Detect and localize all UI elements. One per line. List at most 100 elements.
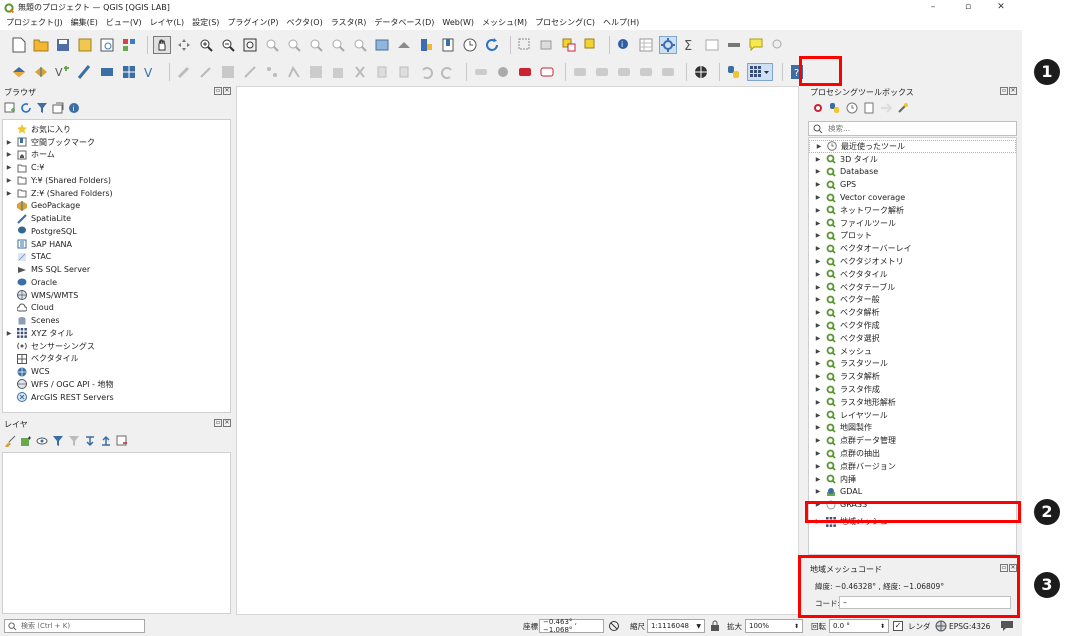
zoom-native-icon[interactable]	[307, 36, 325, 54]
browser-item[interactable]: ▶ XYZ タイル	[3, 327, 73, 340]
toolbox-provider-item[interactable]: ▶ レイヤツール	[809, 409, 1016, 422]
render-checkbox[interactable]: ✓	[893, 621, 903, 631]
select-expression-icon[interactable]	[582, 36, 600, 54]
browser-item[interactable]: MS SQL Server	[3, 263, 90, 276]
measure-icon[interactable]	[725, 36, 743, 54]
expand-arrow-icon[interactable]: ▶	[814, 220, 822, 227]
undo-icon[interactable]	[417, 63, 435, 81]
refresh-icon[interactable]	[483, 36, 501, 54]
zoom-last-icon[interactable]	[329, 36, 347, 54]
expand-arrow-icon[interactable]: ▶	[815, 143, 823, 150]
expand-arrow-icon[interactable]: ▶	[814, 156, 822, 163]
paste-features-icon[interactable]	[395, 63, 413, 81]
close-button[interactable]: ✕	[986, 0, 1016, 15]
new-3d-view-icon[interactable]	[395, 36, 413, 54]
toolbox-provider-item[interactable]: ▶ 内挿	[809, 473, 1016, 486]
style-manager-icon[interactable]	[120, 36, 138, 54]
new-virtual-layer-icon[interactable]	[98, 63, 116, 81]
expand-arrow-icon[interactable]: ▶	[814, 399, 822, 406]
cut-features-icon[interactable]	[351, 63, 369, 81]
new-spatialite-layer-icon[interactable]	[76, 63, 94, 81]
expand-all-icon[interactable]	[84, 435, 96, 447]
expand-arrow-icon[interactable]: ▶	[814, 194, 822, 201]
change-label-icon[interactable]	[615, 63, 633, 81]
browser-item[interactable]: ▶ 空間ブックマーク	[3, 136, 95, 149]
toolbox-provider-item[interactable]: ▶ ラスタ作成	[809, 383, 1016, 396]
expand-arrow-icon[interactable]: ▶	[5, 151, 13, 158]
expand-arrow-icon[interactable]: ▶	[814, 463, 822, 470]
browser-item[interactable]: GeoPackage	[3, 200, 80, 213]
expand-arrow-icon[interactable]: ▶	[814, 386, 822, 393]
toggle-extents-icon[interactable]	[608, 620, 620, 632]
select-value-icon[interactable]	[560, 36, 578, 54]
pin-labels-icon[interactable]	[494, 63, 512, 81]
bookmark-icon[interactable]	[417, 36, 435, 54]
toolbox-provider-item[interactable]: ▶ ファイルツール	[809, 217, 1016, 230]
crs-label[interactable]: EPSG:4326	[949, 622, 990, 631]
identify-select-icon[interactable]	[516, 36, 534, 54]
toolbox-provider-item[interactable]: ▶ ラスタ地形解析	[809, 396, 1016, 409]
toolbox-float-button[interactable]: ▫	[1000, 87, 1008, 95]
toolbox-provider-item[interactable]: ▶ プロット	[809, 230, 1016, 243]
toolbox-provider-item[interactable]: ▶ ベクタテーブル	[809, 281, 1016, 294]
vertex-tool-icon[interactable]	[285, 63, 303, 81]
crs-globe-icon[interactable]	[935, 620, 947, 632]
collapse-all-icon[interactable]	[52, 102, 64, 114]
field-calculator-icon[interactable]	[703, 36, 721, 54]
toolbox-provider-item[interactable]: ▶ メッシュ	[809, 345, 1016, 358]
scale-dropdown-icon[interactable]: ▼	[696, 623, 701, 630]
modify-attributes-icon[interactable]	[307, 63, 325, 81]
maximize-button[interactable]: ▫	[953, 0, 983, 15]
toolbox-search-input[interactable]: 検索...	[808, 121, 1017, 136]
expand-arrow-icon[interactable]: ▶	[5, 164, 13, 171]
magnifier-spin-icon[interactable]: ⬍	[794, 623, 799, 630]
messages-icon[interactable]	[1000, 620, 1014, 632]
minimize-button[interactable]: –	[918, 0, 948, 15]
expand-arrow-icon[interactable]: ▶	[814, 424, 822, 431]
expand-arrow-icon[interactable]: ▶	[814, 322, 822, 329]
toolbox-provider-item[interactable]: ▶ GPS	[809, 178, 1016, 191]
browser-close-button[interactable]: ✕	[223, 87, 231, 95]
expand-arrow-icon[interactable]: ▶	[5, 330, 13, 337]
expand-arrow-icon[interactable]: ▶	[814, 348, 822, 355]
layers-close-button[interactable]: ✕	[223, 419, 231, 427]
menu-mesh[interactable]: メッシュ(M)	[482, 17, 527, 28]
browser-item[interactable]: SAP HANA	[3, 238, 72, 251]
browser-item[interactable]: ▶ C:¥	[3, 161, 44, 174]
models-icon[interactable]	[812, 102, 824, 114]
highlight-labels-icon[interactable]	[516, 63, 534, 81]
magnifier-spinbox[interactable]: 100% ⬍	[745, 619, 803, 633]
map-tips-icon[interactable]	[769, 36, 787, 54]
browser-item[interactable]: お気に入り	[3, 123, 71, 136]
redo-icon[interactable]	[439, 63, 457, 81]
expand-arrow-icon[interactable]: ▶	[814, 412, 822, 419]
rotation-spin-icon[interactable]: ⬍	[880, 623, 885, 630]
show-bookmarks-icon[interactable]	[439, 36, 457, 54]
annotation-icon[interactable]	[747, 36, 765, 54]
toolbox-provider-item[interactable]: ▶ ベクタ解析	[809, 306, 1016, 319]
menu-web[interactable]: Web(W)	[442, 18, 474, 27]
menu-processing[interactable]: プロセシング(C)	[535, 17, 595, 28]
digitize-point-icon[interactable]	[263, 63, 281, 81]
browser-item[interactable]: ベクタタイル	[3, 353, 79, 366]
add-group-icon[interactable]	[20, 435, 32, 447]
data-source-manager-icon[interactable]	[10, 63, 28, 81]
menu-settings[interactable]: 設定(S)	[192, 17, 219, 28]
expand-arrow-icon[interactable]: ▶	[5, 190, 13, 197]
browser-item[interactable]: ▶ ホーム	[3, 149, 55, 162]
menu-project[interactable]: プロジェクト(J)	[6, 17, 63, 28]
expand-arrow-icon[interactable]: ▶	[814, 245, 822, 252]
expand-arrow-icon[interactable]: ▶	[814, 181, 822, 188]
expand-arrow-icon[interactable]: ▶	[814, 488, 822, 495]
rotate-label-icon[interactable]	[593, 63, 611, 81]
expand-arrow-icon[interactable]: ▶	[5, 177, 13, 184]
results-viewer-icon[interactable]	[863, 102, 875, 114]
toolbox-provider-item[interactable]: ▶ 最近使ったツール	[809, 140, 1016, 153]
expand-arrow-icon[interactable]: ▶	[814, 309, 822, 316]
python-console-icon[interactable]	[725, 63, 743, 81]
edit-features-inplace-icon[interactable]	[880, 102, 892, 114]
browser-item[interactable]: センサーシングス	[3, 340, 95, 353]
collapse-layers-icon[interactable]	[100, 435, 112, 447]
refresh-browser-icon[interactable]	[20, 102, 32, 114]
filter-expression-icon[interactable]	[68, 435, 80, 447]
